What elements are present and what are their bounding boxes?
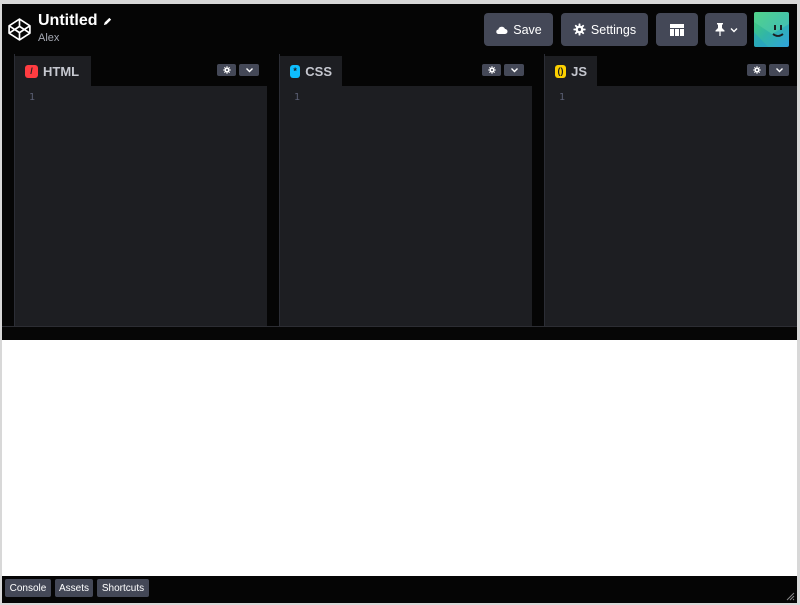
- tab-js-label: JS: [571, 63, 587, 79]
- footer-bar: Console Assets Shortcuts: [2, 576, 797, 603]
- resize-grip-icon[interactable]: [786, 592, 795, 601]
- js-editor-tools: [747, 64, 789, 76]
- html-settings-button[interactable]: [217, 64, 236, 76]
- editors-area: / HTML 1 * CSS 1 () JS 1: [2, 54, 797, 340]
- settings-button-label: Settings: [590, 22, 637, 37]
- pencil-icon[interactable]: [102, 16, 113, 27]
- js-options-button[interactable]: [769, 64, 789, 76]
- css-options-button[interactable]: [504, 64, 524, 76]
- js-code-editor[interactable]: 1: [545, 86, 797, 326]
- assets-button[interactable]: Assets: [55, 579, 93, 597]
- avatar-face-icon: [754, 12, 789, 47]
- change-view-button[interactable]: [656, 13, 698, 46]
- html-editor-pane: / HTML 1: [14, 54, 267, 326]
- user-avatar[interactable]: [754, 12, 789, 47]
- save-button-label: Save: [513, 22, 542, 37]
- js-icon: (): [555, 64, 567, 78]
- js-editor-pane: () JS 1: [544, 54, 797, 326]
- chevron-down-icon: [730, 27, 737, 32]
- pen-author[interactable]: Alex: [38, 32, 113, 44]
- gear-icon: [573, 23, 586, 36]
- html-options-button[interactable]: [239, 64, 259, 76]
- line-number: 1: [294, 92, 301, 103]
- editor-resize-bar[interactable]: [2, 326, 797, 340]
- css-editor-tools: [482, 64, 524, 76]
- pin-icon: [715, 23, 724, 36]
- chevron-down-icon: [510, 68, 518, 73]
- css-editor-pane: * CSS 1: [279, 54, 532, 326]
- codepen-logo-icon[interactable]: [7, 17, 32, 42]
- pin-menu-button[interactable]: [705, 13, 747, 46]
- gear-icon: [222, 66, 231, 74]
- chevron-down-icon: [245, 68, 253, 73]
- app-window: Untitled Alex Save Settings / HTML 1 * C…: [2, 4, 797, 603]
- js-settings-button[interactable]: [747, 64, 766, 76]
- save-button[interactable]: Save: [484, 13, 553, 46]
- tab-html-label: HTML: [43, 63, 80, 79]
- tab-js[interactable]: () JS: [545, 56, 597, 86]
- css-icon: *: [290, 64, 301, 78]
- css-code-editor[interactable]: 1: [280, 86, 532, 326]
- tab-css[interactable]: * CSS: [280, 56, 342, 86]
- header-bar: Untitled Alex Save Settings: [2, 4, 797, 54]
- gear-icon: [752, 66, 761, 74]
- shortcuts-button[interactable]: Shortcuts: [97, 579, 149, 597]
- css-settings-button[interactable]: [482, 64, 501, 76]
- tab-css-label: CSS: [305, 63, 332, 79]
- chevron-down-icon: [775, 68, 783, 73]
- pen-title-block: Untitled Alex: [38, 12, 113, 44]
- tab-html[interactable]: / HTML: [15, 56, 91, 86]
- layout-grid-icon: [670, 23, 684, 36]
- html-icon: /: [25, 64, 38, 78]
- console-button[interactable]: Console: [5, 579, 51, 597]
- cloud-icon: [496, 26, 508, 34]
- line-number: 1: [559, 92, 566, 103]
- line-number: 1: [29, 92, 36, 103]
- pen-title-text[interactable]: Untitled: [38, 12, 98, 30]
- html-code-editor[interactable]: 1: [15, 86, 267, 326]
- settings-button[interactable]: Settings: [561, 13, 648, 46]
- pen-title[interactable]: Untitled: [38, 12, 113, 30]
- html-editor-tools: [217, 64, 259, 76]
- result-preview[interactable]: [2, 340, 797, 576]
- gear-icon: [487, 66, 496, 74]
